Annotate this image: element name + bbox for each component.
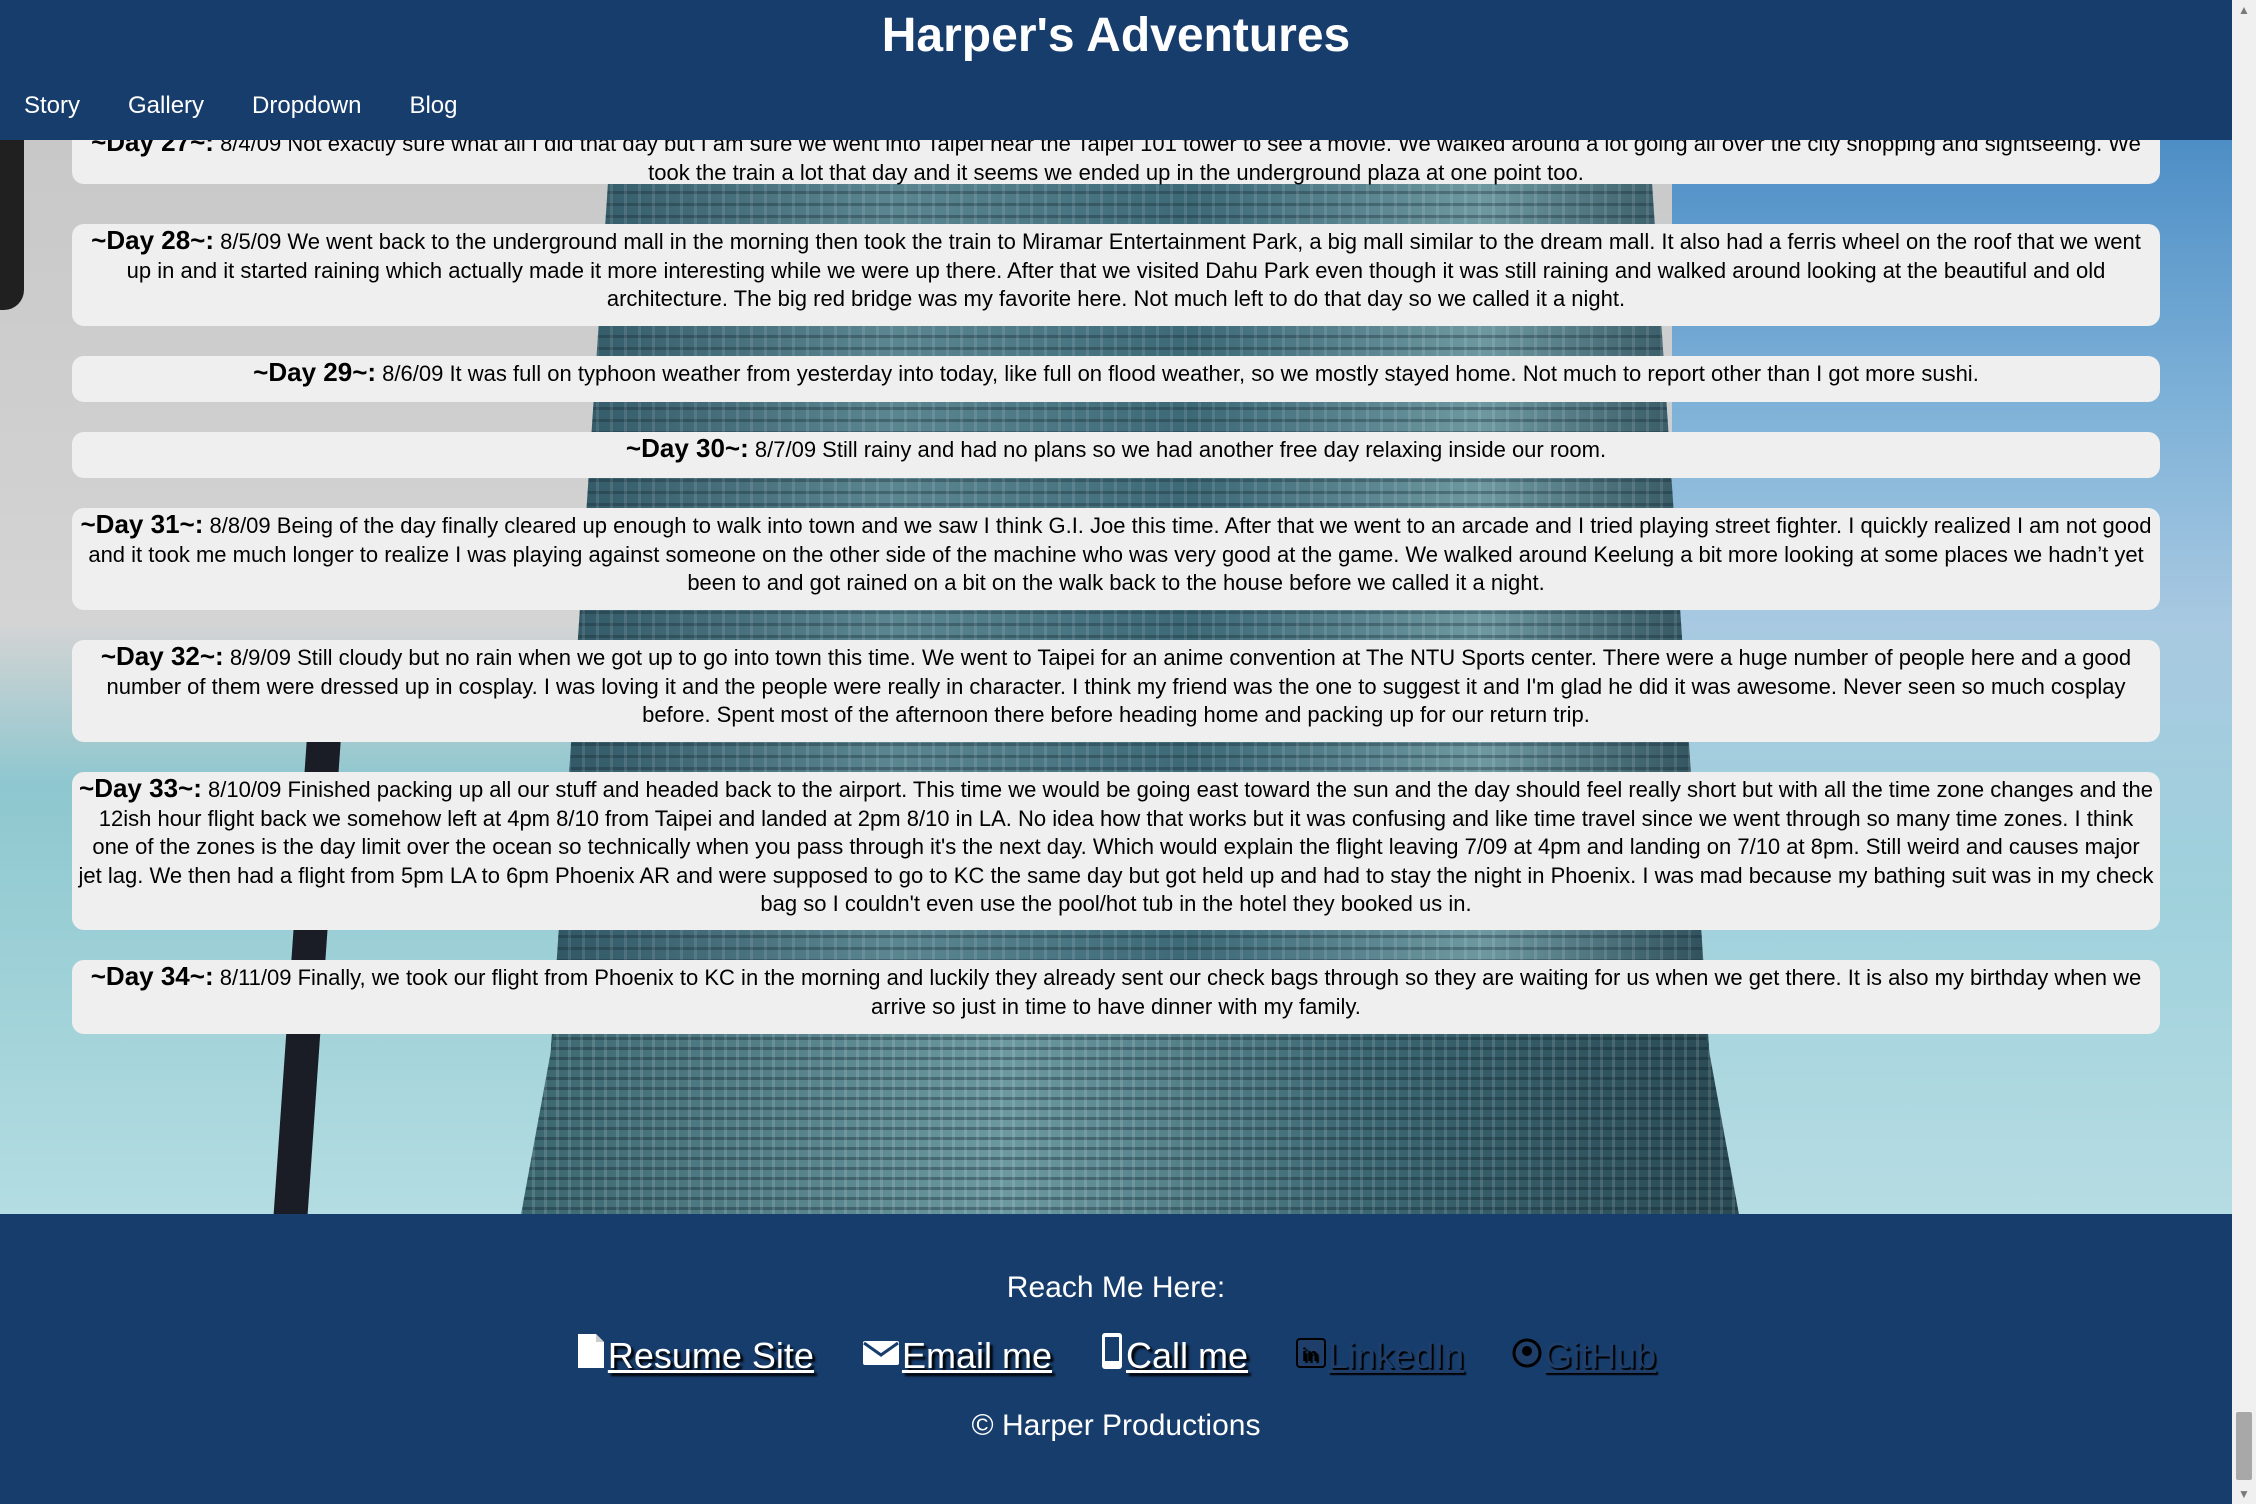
email-label: Email me xyxy=(901,1335,1052,1376)
entry-day-label: ~Day 27~: xyxy=(91,140,214,157)
site-footer: Reach Me Here: Resume Site Email me Call… xyxy=(0,1214,2232,1504)
nav-item-gallery[interactable]: Gallery xyxy=(104,86,228,126)
call-link[interactable]: Call me xyxy=(1100,1332,1248,1380)
file-icon xyxy=(576,1332,606,1380)
github-label: GitHub xyxy=(1544,1335,1657,1376)
entry-text: 8/7/09 Still rainy and had no plans so w… xyxy=(748,437,1607,462)
entry-day-label: ~Day 33~: xyxy=(79,773,202,803)
scrollbar-thumb[interactable] xyxy=(2236,1412,2252,1480)
entry-text: 8/6/09 It was full on typhoon weather fr… xyxy=(376,361,1979,386)
entry-day-label: ~Day 30~: xyxy=(625,433,749,463)
email-link[interactable]: Email me xyxy=(862,1332,1052,1380)
nav-item-dropdown[interactable]: Dropdown xyxy=(228,86,385,126)
scroll-down-arrow-icon[interactable]: ▼ xyxy=(2232,1484,2256,1504)
entry-day-label: ~Day 31~: xyxy=(80,509,204,539)
github-link[interactable]: GitHub xyxy=(1512,1332,1656,1380)
site-title: Harper's Adventures xyxy=(881,9,1351,62)
journal-entry: ~Day 29~: 8/6/09 It was full on typhoon … xyxy=(72,356,2160,402)
site-header: Harper's Adventures Story Gallery Dropdo… xyxy=(0,0,2232,140)
scroll-up-arrow-icon[interactable]: ▲ xyxy=(2232,0,2256,20)
page-scrollbar[interactable]: ▲ ▼ xyxy=(2232,0,2256,1504)
entry-day-label: ~Day 32~: xyxy=(100,641,224,671)
journal-entry: ~Day 34~: 8/11/09 Finally, we took our f… xyxy=(72,960,2160,1034)
contact-links: Resume Site Email me Call me in LinkedIn… xyxy=(0,1332,2232,1380)
entry-text: 8/9/09 Still cloudy but no rain when we … xyxy=(106,645,2132,727)
journal-entries: ~Day 27~: 8/4/09 Not exactly sure what a… xyxy=(0,140,2232,1214)
resume-site-label: Resume Site xyxy=(607,1335,814,1376)
entry-text: 8/10/09 Finished packing up all our stuf… xyxy=(78,777,2154,916)
svg-text:in: in xyxy=(1302,1345,1318,1365)
entry-text: 8/4/09 Not exactly sure what all I did t… xyxy=(213,140,2141,185)
envelope-icon xyxy=(862,1334,900,1378)
journal-entry: ~Day 33~: 8/10/09 Finished packing up al… xyxy=(72,772,2160,930)
entry-text: 8/8/09 Being of the day finally cleared … xyxy=(88,513,2152,595)
call-label: Call me xyxy=(1125,1335,1248,1376)
journal-entry: ~Day 30~: 8/7/09 Still rainy and had no … xyxy=(72,432,2160,478)
entry-day-label: ~Day 28~: xyxy=(91,225,215,255)
github-icon xyxy=(1512,1334,1542,1378)
nav-item-story[interactable]: Story xyxy=(0,86,104,126)
journal-entry: ~Day 32~: 8/9/09 Still cloudy but no rai… xyxy=(72,640,2160,742)
linkedin-link[interactable]: in LinkedIn xyxy=(1296,1332,1464,1380)
journal-entry: ~Day 27~: 8/4/09 Not exactly sure what a… xyxy=(72,140,2160,185)
background-photo: ~Day 27~: 8/4/09 Not exactly sure what a… xyxy=(0,140,2232,1214)
journal-entry: ~Day 31~: 8/8/09 Being of the day finall… xyxy=(72,508,2160,610)
reach-me-heading: Reach Me Here: xyxy=(1006,1271,1226,1304)
main-nav: Story Gallery Dropdown Blog xyxy=(0,86,482,126)
entry-day-label: ~Day 29~: xyxy=(253,357,377,387)
phone-icon xyxy=(1100,1332,1124,1380)
entry-text: 8/5/09 We went back to the underground m… xyxy=(126,229,2141,311)
nav-item-blog[interactable]: Blog xyxy=(385,86,481,126)
resume-site-link[interactable]: Resume Site xyxy=(576,1332,814,1380)
linkedin-label: LinkedIn xyxy=(1328,1335,1465,1376)
journal-entry: ~Day 28~: 8/5/09 We went back to the und… xyxy=(72,224,2160,326)
entry-text: 8/11/09 Finally, we took our flight from… xyxy=(213,965,2142,1019)
copyright: © Harper Productions xyxy=(971,1409,1261,1442)
linkedin-icon: in xyxy=(1296,1334,1326,1378)
entry-day-label: ~Day 34~: xyxy=(90,961,214,991)
